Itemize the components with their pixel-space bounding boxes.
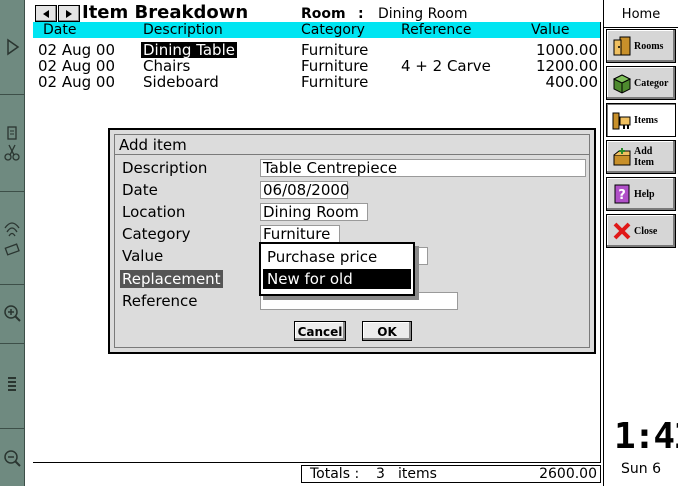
toolbar: Home Rooms Categor Items Add Item ? Help [603, 0, 678, 486]
strip-segment-zoom-in[interactable] [0, 285, 24, 344]
add-item-button[interactable]: Add Item [606, 140, 676, 174]
strip-segment-infrared[interactable] [0, 192, 24, 285]
row-date: 02 Aug 00 [38, 57, 115, 75]
row-category: Furniture [301, 73, 369, 91]
help-button[interactable]: ? Help [606, 177, 676, 211]
close-icon [611, 220, 633, 242]
svg-text:?: ? [618, 188, 626, 203]
column-value[interactable]: Value [531, 22, 569, 38]
totals-count: 3 [376, 466, 385, 482]
row-category: Furniture [301, 41, 369, 59]
date-label: Date [122, 181, 158, 199]
list-border [600, 22, 601, 463]
rooms-label: Rooms [634, 40, 664, 52]
column-reference[interactable]: Reference [401, 22, 472, 38]
room-value[interactable]: Dining Room [378, 5, 468, 23]
title-bar: Item Breakdown Room : Dining Room [33, 2, 601, 23]
column-category[interactable]: Category [301, 22, 365, 38]
description-field[interactable]: Table Centrepiece [260, 159, 586, 177]
help-label: Help [634, 188, 655, 200]
row-description: Sideboard [143, 73, 219, 91]
zoom-out-icon[interactable] [3, 449, 21, 467]
items-icon [611, 109, 633, 131]
rooms-button[interactable]: Rooms [606, 29, 676, 63]
reference-label: Reference [122, 292, 198, 310]
table-row[interactable]: 02 Aug 00 Sideboard Furniture 400.00 [33, 74, 601, 90]
category-field[interactable]: Furniture [260, 225, 340, 243]
row-description: Dining Table [141, 41, 237, 59]
app-title: Item Breakdown [82, 2, 249, 23]
description-label: Description [122, 159, 208, 177]
value-label: Value [122, 247, 164, 265]
add-item-dialog: Add item Description Table Centrepiece D… [108, 128, 596, 354]
add-item-icon [611, 146, 633, 168]
strip-segment-contrast[interactable] [0, 344, 24, 429]
contrast-icon[interactable] [3, 376, 21, 394]
column-description[interactable]: Description [143, 22, 223, 38]
table-row[interactable]: 02 Aug 00 Chairs Furniture 4 + 2 Carve 1… [33, 58, 601, 74]
row-value: 400.00 [545, 73, 599, 91]
option-new-for-old[interactable]: New for old [263, 269, 411, 289]
row-date: 02 Aug 00 [38, 73, 115, 91]
row-category: Furniture [301, 57, 369, 75]
categories-label: Categor [634, 77, 669, 89]
list-divider [33, 462, 601, 463]
replacement-options-list: Purchase price New for old [259, 242, 415, 296]
items-button[interactable]: Items [606, 103, 676, 137]
door-icon [611, 35, 633, 57]
date-field[interactable]: 06/08/2000 [260, 181, 349, 199]
row-value: 1000.00 [535, 41, 598, 59]
row-value: 1200.00 [535, 57, 598, 75]
row-date: 02 Aug 00 [38, 41, 115, 59]
column-date[interactable]: Date [43, 22, 76, 38]
close-button[interactable]: Close [606, 214, 676, 248]
totals-unit: items [398, 466, 437, 482]
home-button[interactable]: Home [604, 4, 678, 26]
triangle-left-icon [43, 9, 49, 18]
triangle-right-icon [66, 9, 72, 18]
location-label: Location [122, 203, 186, 221]
clipboard-scissors-icon[interactable] [3, 125, 21, 165]
next-room-button[interactable] [58, 5, 80, 22]
ok-button[interactable]: OK [362, 321, 412, 341]
toolbar-divider [604, 27, 678, 28]
strip-segment-clipboard[interactable] [0, 95, 24, 192]
dialog-title: Add item [119, 136, 187, 154]
column-header: Date Description Category Reference Valu… [33, 22, 601, 38]
totals-label: Totals : [310, 466, 360, 482]
replacement-label[interactable]: Replacement [120, 270, 223, 288]
room-label: Room [301, 6, 346, 22]
infrared-icon[interactable] [3, 216, 21, 260]
row-reference: 4 + 2 Carve [401, 57, 491, 75]
previous-room-button[interactable] [35, 5, 57, 22]
menu-arrow-icon[interactable] [3, 38, 21, 56]
location-field[interactable]: Dining Room [260, 203, 368, 221]
strip-segment-menu[interactable] [0, 0, 24, 95]
option-purchase-price[interactable]: Purchase price [263, 247, 411, 267]
room-colon: : [358, 6, 364, 22]
close-label: Close [634, 225, 658, 237]
row-description: Chairs [143, 57, 191, 75]
totals-value: 2600.00 [539, 466, 597, 482]
add-item-label: Add Item [634, 146, 654, 168]
items-label: Items [634, 114, 658, 126]
dialog-title-divider [114, 154, 590, 155]
categories-button[interactable]: Categor [606, 66, 676, 100]
item-list: 02 Aug 00 Dining Table Furniture 1000.00… [33, 42, 601, 90]
zoom-in-icon[interactable] [3, 304, 21, 322]
cancel-button[interactable]: Cancel [294, 321, 346, 341]
system-strip [0, 0, 25, 486]
strip-segment-zoom-out[interactable] [0, 429, 24, 486]
day-label: Sun 6 [621, 461, 661, 477]
clock: 1:41 [614, 416, 678, 457]
table-row[interactable]: 02 Aug 00 Dining Table Furniture 1000.00 [33, 42, 601, 58]
category-label: Category [122, 225, 191, 243]
totals-bar: Totals : 3 items 2600.00 [301, 465, 601, 483]
box-icon [611, 72, 633, 94]
help-icon: ? [611, 183, 633, 205]
